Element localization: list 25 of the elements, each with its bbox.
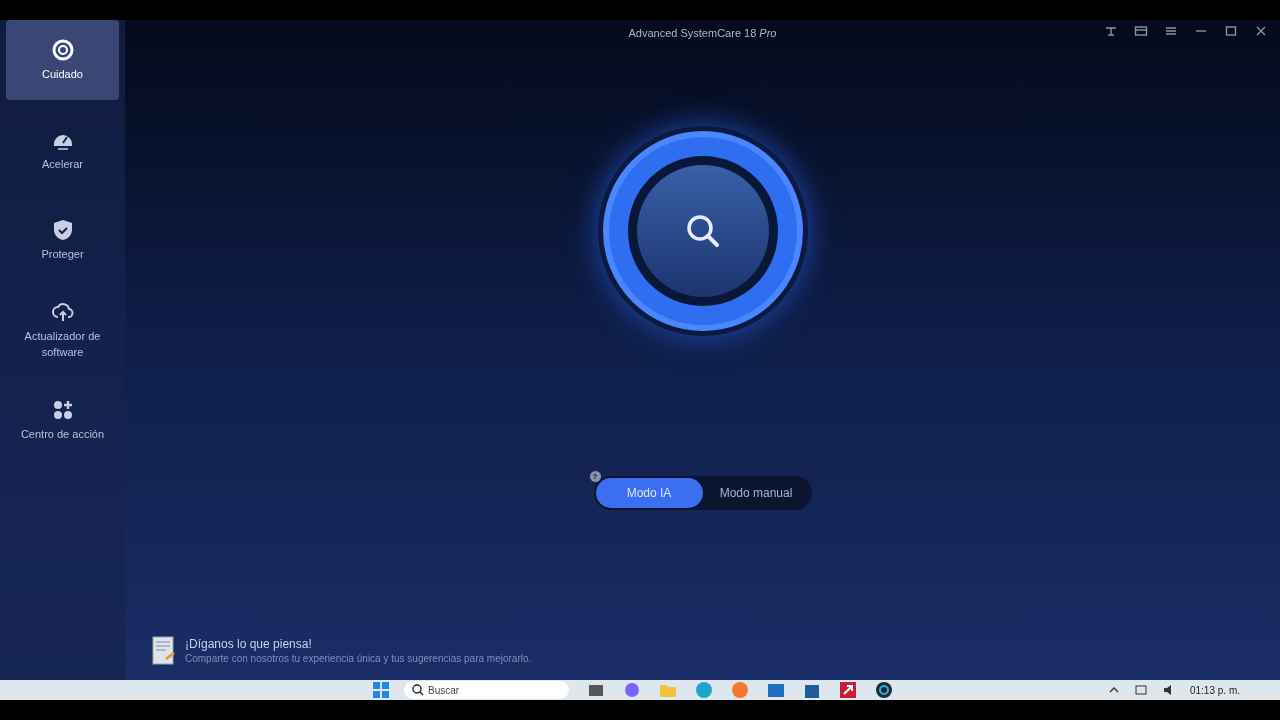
app-icon[interactable] <box>875 681 893 699</box>
sidebar-item[interactable]: Proteger <box>6 200 119 280</box>
window-title: Advanced SystemCare 18 Pro <box>628 25 777 41</box>
cloud-upload-icon <box>50 300 75 324</box>
scan-button[interactable] <box>597 126 808 336</box>
sidebar-item[interactable]: Cuidado <box>6 20 119 100</box>
feedback-title[interactable]: ¡Díganos lo que piensa! <box>185 637 532 652</box>
app-icon[interactable] <box>839 681 857 699</box>
search-icon <box>412 684 424 696</box>
sidebar-item[interactable]: Acelerar <box>6 110 119 190</box>
close-icon[interactable] <box>1254 24 1268 38</box>
search-field[interactable]: Buscar <box>404 681 569 699</box>
clock-time[interactable]: 01:13 p. m. <box>1189 682 1240 698</box>
sidebar-item[interactable]: Actualizador de software <box>6 290 119 370</box>
sidebar-item[interactable]: Centro de acción <box>6 380 119 460</box>
aperture-icon <box>50 38 75 62</box>
mode-tab[interactable]: Modo manual <box>702 478 810 508</box>
feedback-text: Comparte con nosotros tu experiencia única y tus sugerencias para mejorarlo. <box>185 652 532 665</box>
menu-icon[interactable] <box>1164 24 1178 38</box>
start-icon[interactable] <box>372 681 390 699</box>
search-icon <box>684 213 721 249</box>
maximize-icon[interactable] <box>1224 24 1238 38</box>
document-icon <box>151 636 177 666</box>
help-icon[interactable]: ? <box>589 471 601 482</box>
mode-tab[interactable]: Modo IA <box>595 478 703 508</box>
